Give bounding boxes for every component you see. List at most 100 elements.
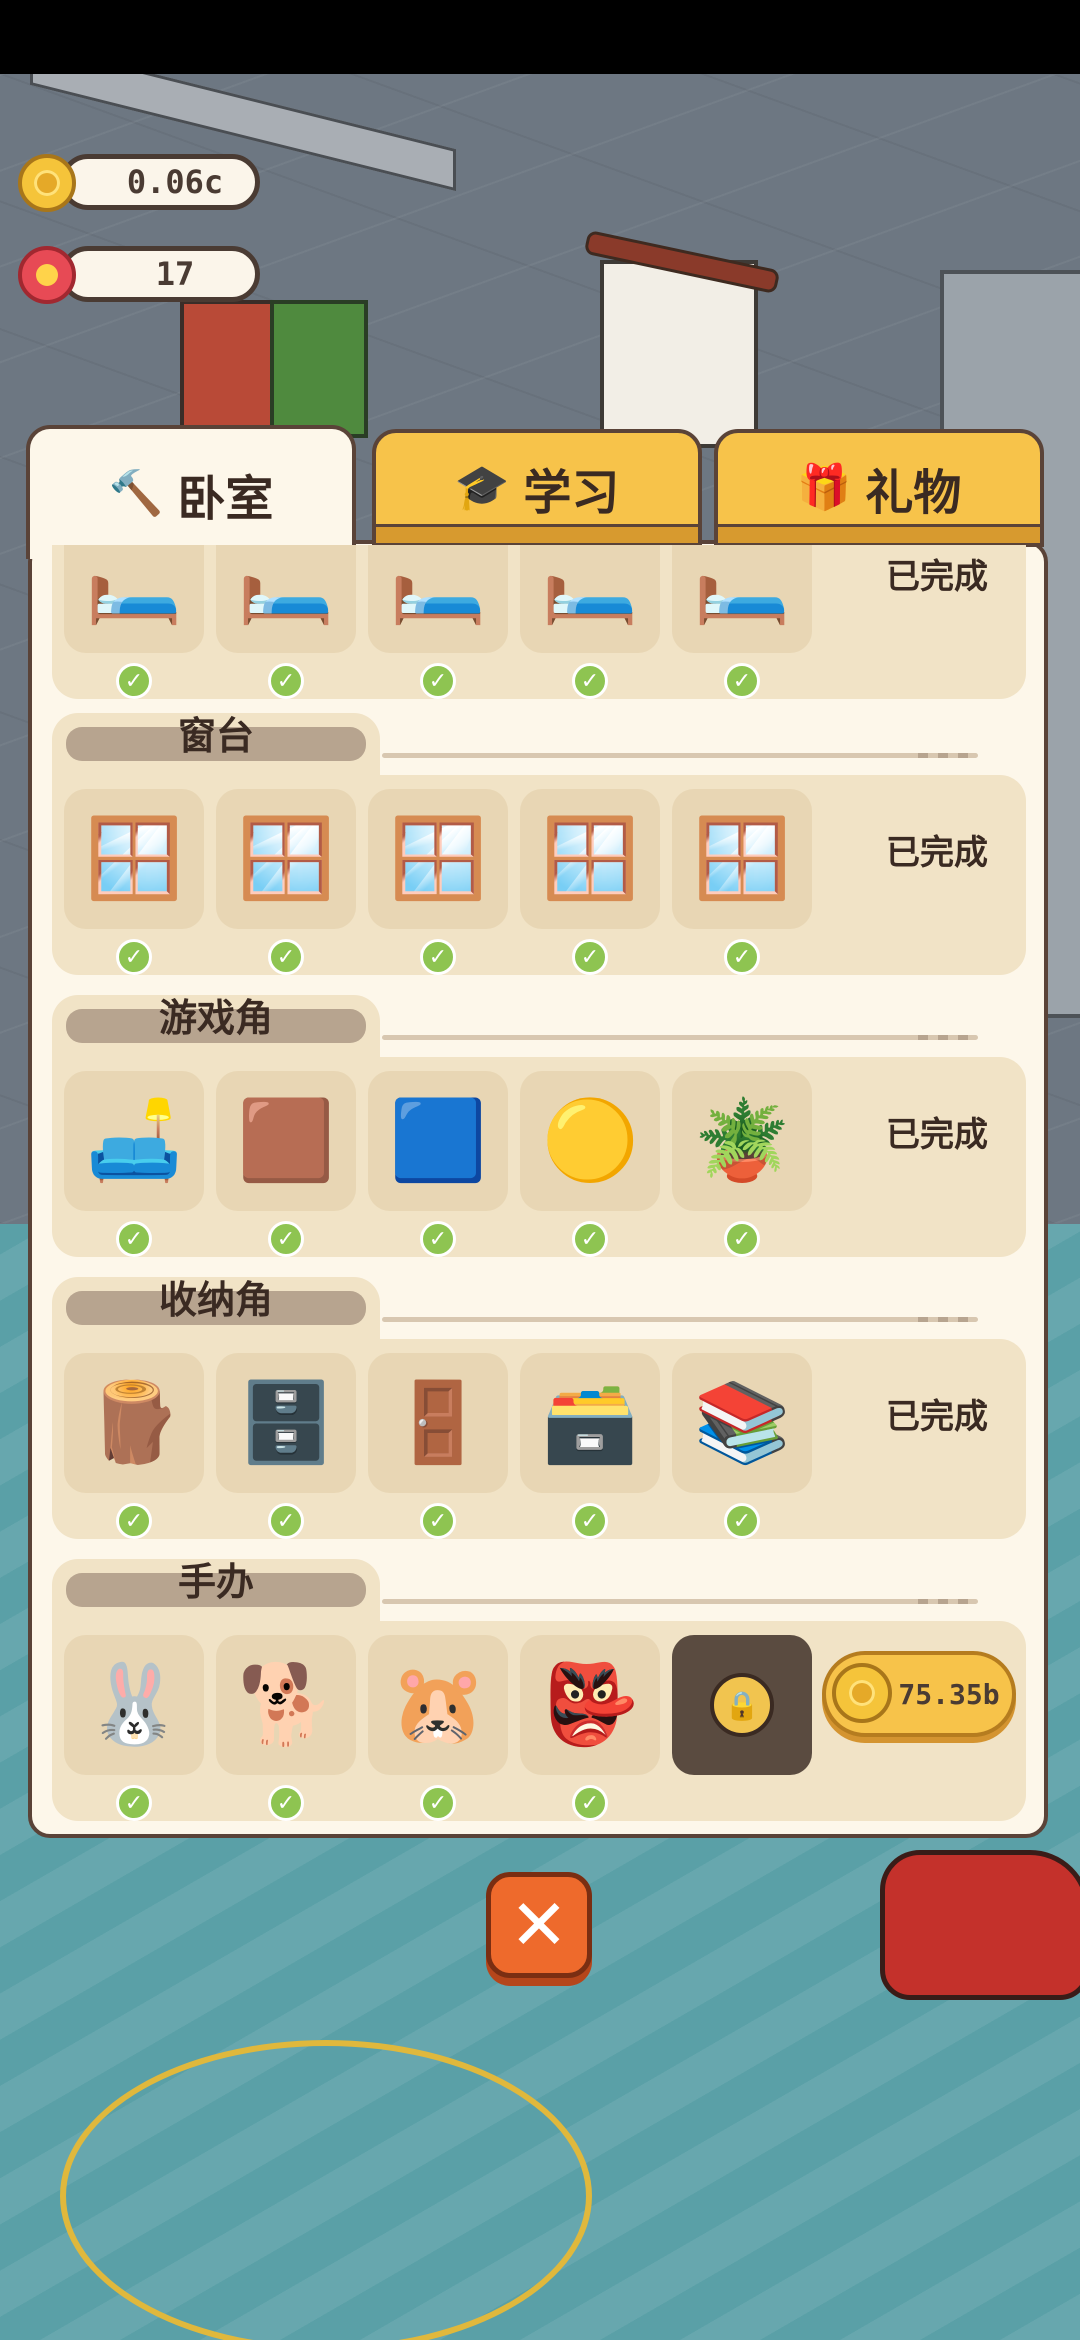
check-icon: ✓ xyxy=(116,663,152,699)
item-slot[interactable]: 🐰 xyxy=(64,1635,204,1775)
rug-icon: 🟫 xyxy=(237,1095,335,1186)
graduation-cap-icon: 🎓 xyxy=(454,462,510,513)
item-slot[interactable]: 🛏️ xyxy=(64,545,204,653)
unlock-price: 75.35b xyxy=(898,1677,1000,1711)
locked-item-slot[interactable]: 🔒 xyxy=(672,1635,812,1775)
section-title: 手办 xyxy=(66,1560,366,1607)
item-slot[interactable]: 🗃️ xyxy=(520,1353,660,1493)
unlock-price-button[interactable]: 75.35b xyxy=(822,1651,1016,1737)
check-icon: ✓ xyxy=(572,1785,608,1821)
table-icon: 🟦 xyxy=(389,1095,487,1186)
window-icon: 🪟 xyxy=(541,813,639,904)
check-icon: ✓ xyxy=(268,1221,304,1257)
divider xyxy=(382,1599,978,1604)
flower-balance: 17 xyxy=(60,246,260,302)
tab-study-label: 学习 xyxy=(523,465,620,521)
section-title: 游戏角 xyxy=(66,996,366,1043)
section-play-corner: 游戏角 🛋️ 🟫 🟦 🟡 🪴 ✓ ✓ ✓ ✓ ✓ 已完成 xyxy=(52,995,1026,1257)
gift-icon: 🎁 xyxy=(796,462,852,513)
item-slot[interactable]: 🛏️ xyxy=(672,545,812,653)
check-icon: ✓ xyxy=(572,663,608,699)
item-slot[interactable]: 🟫 xyxy=(216,1071,356,1211)
section-window-sill: 窗台 🪟 🪟 🪟 🪟 🪟 ✓ ✓ ✓ ✓ ✓ 已完成 xyxy=(52,713,1026,975)
check-icon: ✓ xyxy=(420,1221,456,1257)
item-slot[interactable]: 🐹 xyxy=(368,1635,508,1775)
section-title: 窗台 xyxy=(66,714,366,761)
tab-study[interactable]: 🎓 学习 xyxy=(372,429,702,547)
item-slot[interactable]: 🪟 xyxy=(672,789,812,929)
check-icon: ✓ xyxy=(116,939,152,975)
bench-icon: 🪵 xyxy=(85,1377,183,1468)
coin-balance-value: 0.06c xyxy=(126,163,224,201)
wardrobe-icon: 🚪 xyxy=(389,1377,487,1468)
dog-figure-icon: 🐕 xyxy=(237,1659,335,1750)
check-icon: ✓ xyxy=(268,663,304,699)
check-icon: ✓ xyxy=(420,663,456,699)
item-slot[interactable]: 🚪 xyxy=(368,1353,508,1493)
section-title: 收纳角 xyxy=(66,1278,366,1325)
check-icon: ✓ xyxy=(724,939,760,975)
hamster-figure-icon: 🐹 xyxy=(389,1659,487,1750)
item-slot[interactable]: 🪵 xyxy=(64,1353,204,1493)
wall-scroll xyxy=(583,229,781,448)
check-icon: ✓ xyxy=(420,939,456,975)
check-icon: ✓ xyxy=(116,1785,152,1821)
bed-icon: 🛏️ xyxy=(693,545,791,628)
coin-icon xyxy=(832,1663,892,1723)
item-slot[interactable]: 🪟 xyxy=(520,789,660,929)
status-bar xyxy=(0,0,1080,74)
tab-bedroom-label: 卧室 xyxy=(177,471,274,527)
check-icon: ✓ xyxy=(724,1221,760,1257)
tab-gift-label: 礼物 xyxy=(865,465,962,521)
sofa-icon: 🛋️ xyxy=(85,1095,183,1186)
item-slot[interactable]: 🛏️ xyxy=(216,545,356,653)
item-slot[interactable]: 📚 xyxy=(672,1353,812,1493)
window-icon: 🪟 xyxy=(85,813,183,904)
close-button[interactable]: ✕ xyxy=(486,1872,592,1978)
section-body: 🪵 🗄️ 🚪 🗃️ 📚 ✓ ✓ ✓ ✓ ✓ 已完成 xyxy=(52,1339,1026,1539)
section-body: 🪟 🪟 🪟 🪟 🪟 ✓ ✓ ✓ ✓ ✓ 已完成 xyxy=(52,775,1026,975)
books-icon: 📚 xyxy=(693,1377,791,1468)
goblin-figure-icon: 👺 xyxy=(541,1659,639,1750)
check-icon: ✓ xyxy=(420,1503,456,1539)
bookshelf-icon: 🗄️ xyxy=(237,1377,335,1468)
check-icon: ✓ xyxy=(724,1503,760,1539)
tab-bedroom[interactable]: 🔨 卧室 xyxy=(26,425,356,559)
check-icon: ✓ xyxy=(572,1503,608,1539)
flower-icon xyxy=(18,246,76,304)
section-body: 🛏️ 🛏️ 🛏️ 🛏️ 🛏️ ✓ ✓ ✓ ✓ ✓ 已完成 xyxy=(52,545,1026,699)
section-figurines: 手办 🐰 🐕 🐹 👺 🔒 ✓ ✓ ✓ ✓ 75.35b xyxy=(52,1559,1026,1821)
tab-gift[interactable]: 🎁 礼物 xyxy=(714,429,1044,547)
check-icon: ✓ xyxy=(268,1503,304,1539)
item-slot[interactable]: 🗄️ xyxy=(216,1353,356,1493)
hammer-icon: 🔨 xyxy=(108,468,164,519)
item-slot[interactable]: 🪴 xyxy=(672,1071,812,1211)
window-icon: 🪟 xyxy=(693,813,791,904)
divider xyxy=(382,1317,978,1322)
item-slot[interactable]: 🪟 xyxy=(64,789,204,929)
category-tabs: 🔨 卧室 🎓 学习 🎁 礼物 xyxy=(26,425,1056,559)
lock-icon: 🔒 xyxy=(710,1673,774,1737)
item-slot[interactable]: 🟦 xyxy=(368,1071,508,1211)
completed-label: 已完成 xyxy=(886,557,988,597)
divider xyxy=(382,753,978,758)
completed-label: 已完成 xyxy=(886,833,988,873)
coin-icon xyxy=(18,154,76,212)
section-body: 🛋️ 🟫 🟦 🟡 🪴 ✓ ✓ ✓ ✓ ✓ 已完成 xyxy=(52,1057,1026,1257)
section-list[interactable]: 🛏️ 🛏️ 🛏️ 🛏️ 🛏️ ✓ ✓ ✓ ✓ ✓ 已完成 窗台 🪟 🪟 🪟 🪟 … xyxy=(52,545,1026,1825)
section-bed: 🛏️ 🛏️ 🛏️ 🛏️ 🛏️ ✓ ✓ ✓ ✓ ✓ 已完成 xyxy=(52,545,1026,699)
cushion-icon: 🟡 xyxy=(541,1095,639,1186)
item-slot[interactable]: 🟡 xyxy=(520,1071,660,1211)
check-icon: ✓ xyxy=(420,1785,456,1821)
court-line xyxy=(60,2040,592,2340)
item-slot[interactable]: 🛏️ xyxy=(520,545,660,653)
check-icon: ✓ xyxy=(116,1503,152,1539)
item-slot[interactable]: 👺 xyxy=(520,1635,660,1775)
item-slot[interactable]: 🪟 xyxy=(216,789,356,929)
toy-car xyxy=(880,1850,1080,2000)
bed-icon: 🛏️ xyxy=(541,545,639,628)
item-slot[interactable]: 🛏️ xyxy=(368,545,508,653)
item-slot[interactable]: 🛋️ xyxy=(64,1071,204,1211)
item-slot[interactable]: 🪟 xyxy=(368,789,508,929)
item-slot[interactable]: 🐕 xyxy=(216,1635,356,1775)
